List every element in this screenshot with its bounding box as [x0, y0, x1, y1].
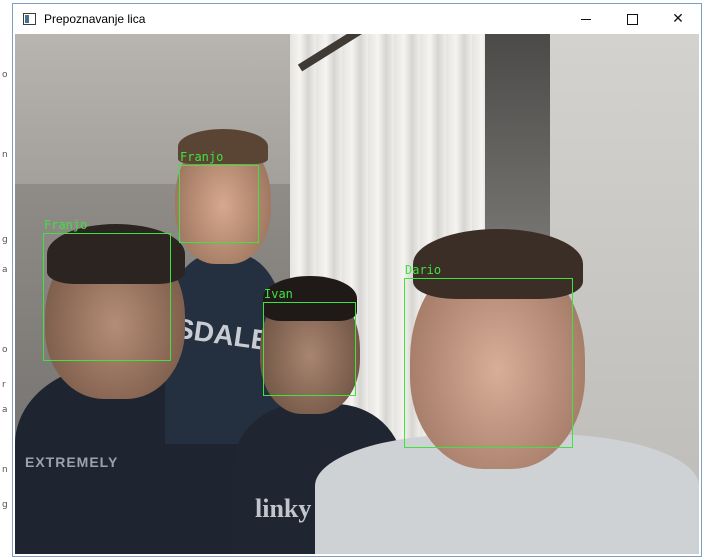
- strip-char: r: [2, 380, 6, 390]
- face-detection-box: [263, 302, 356, 396]
- close-icon: ✕: [672, 11, 684, 27]
- minimize-button[interactable]: [563, 4, 609, 34]
- strip-char: o: [2, 70, 8, 80]
- window-title: Prepoznavanje lica: [44, 12, 146, 26]
- face-recognition-window: Prepoznavanje lica ✕ SDALE EXTREMELY lin…: [12, 3, 702, 557]
- background-desktop-strip: o n g a o r a n g: [0, 0, 12, 557]
- shirt-print: EXTREMELY: [25, 454, 119, 470]
- shirt-print: linky: [255, 494, 312, 523]
- app-window-icon[interactable]: [23, 13, 36, 25]
- strip-char: o: [2, 345, 8, 355]
- face-label: Franjo: [44, 218, 88, 232]
- strip-char: n: [2, 465, 8, 475]
- minimize-icon: [581, 18, 591, 20]
- face-label: Ivan: [264, 287, 293, 301]
- maximize-icon: [626, 13, 638, 25]
- title-bar[interactable]: Prepoznavanje lica ✕: [13, 4, 701, 34]
- face-detection-box: [43, 233, 171, 361]
- strip-char: a: [2, 405, 8, 415]
- strip-char: g: [2, 500, 8, 510]
- close-button[interactable]: ✕: [655, 4, 701, 34]
- face-detection-box: [179, 165, 259, 243]
- face-detection-box: [404, 278, 573, 448]
- maximize-button[interactable]: [609, 4, 655, 34]
- strip-char: a: [2, 265, 8, 275]
- face-label: Franjo: [180, 150, 224, 164]
- strip-char: g: [2, 235, 8, 245]
- strip-char: n: [2, 150, 8, 160]
- camera-feed: SDALE EXTREMELY linky Franjo Franjo Ivan…: [15, 34, 699, 554]
- face-label: Dario: [405, 263, 442, 277]
